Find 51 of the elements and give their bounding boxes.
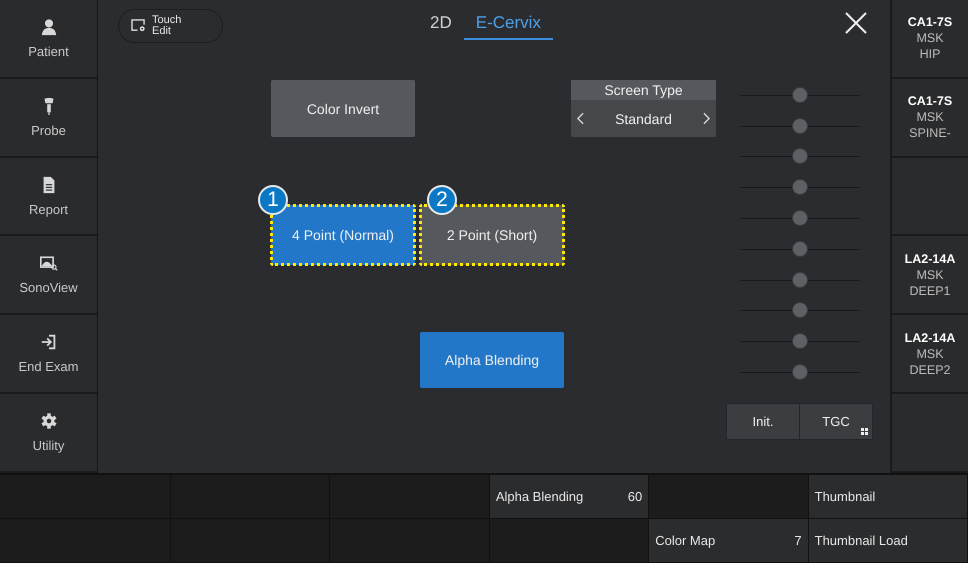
number-badge: 2: [427, 185, 457, 215]
color-invert-button[interactable]: Color Invert: [271, 80, 415, 137]
slider-thumb[interactable]: [792, 179, 808, 196]
sidebar-item[interactable]: Report: [0, 158, 97, 236]
action-button[interactable]: Thumbnail Load: [808, 519, 968, 562]
parameter-label: Color Map: [655, 533, 716, 548]
action-button[interactable]: Thumbnail: [808, 475, 968, 518]
sidebar-item[interactable]: End Exam: [0, 315, 97, 394]
parameter-control[interactable]: Color Map 7: [649, 519, 808, 562]
probe-preset-button[interactable]: CA1-7S MSK HIP: [892, 0, 968, 79]
chevron-right-icon[interactable]: [702, 112, 710, 125]
slider-thumb[interactable]: [792, 148, 808, 164]
touch-edit-button[interactable]: Touch Edit: [118, 8, 223, 42]
tab[interactable]: 2D: [418, 7, 464, 40]
slider-thumb[interactable]: [792, 272, 808, 288]
close-icon[interactable]: [844, 10, 868, 34]
tgc-button[interactable]: TGC: [799, 404, 872, 439]
parameter-value: 60: [628, 489, 642, 504]
sidebar-item[interactable]: Patient: [0, 0, 97, 79]
image-search-icon: [40, 254, 58, 272]
parameter-label: Alpha Blending: [496, 489, 584, 504]
screen-gear-icon: [131, 19, 146, 32]
parameter-control[interactable]: Alpha Blending 60: [490, 475, 648, 518]
spinner-value: Standard: [615, 110, 672, 126]
person-icon: [40, 18, 58, 36]
slider-thumb[interactable]: [792, 86, 808, 103]
probe-preset-button[interactable]: LA2-14A MSK DEEP1: [892, 236, 968, 316]
grip-icon: [861, 428, 868, 435]
probe-preset-button[interactable]: CA1-7S MSK SPINE-: [892, 78, 968, 158]
number-badge: 1: [258, 185, 288, 215]
measure-option-button[interactable]: 2 Point (Short): [420, 205, 564, 265]
slider-thumb[interactable]: [792, 210, 808, 226]
probe-preset-button[interactable]: LA2-14A MSK DEEP2: [892, 315, 968, 394]
tab[interactable]: E-Cervix: [464, 7, 553, 40]
tgc-button[interactable]: Init.: [727, 404, 799, 439]
slider-thumb[interactable]: [792, 302, 808, 318]
settings-icon: [40, 412, 58, 430]
spinner-title: Screen Type: [571, 80, 716, 100]
parameter-value: 7: [794, 533, 802, 548]
sidebar-item[interactable]: SonoView: [0, 236, 97, 316]
measure-option-button[interactable]: 4 Point (Normal): [271, 205, 415, 265]
screen-type-spinner[interactable]: Screen Type Standard: [571, 80, 716, 137]
slider-thumb[interactable]: [792, 240, 808, 257]
slider-thumb[interactable]: [792, 118, 808, 134]
slider-thumb[interactable]: [792, 364, 808, 380]
sidebar-item[interactable]: Probe: [0, 78, 97, 158]
slider-thumb[interactable]: [792, 333, 808, 350]
chevron-left-icon[interactable]: [577, 112, 584, 125]
alpha-blending-button[interactable]: Alpha Blending: [420, 332, 564, 388]
exit-icon: [40, 333, 58, 352]
sidebar-item[interactable]: Utility: [0, 394, 97, 473]
